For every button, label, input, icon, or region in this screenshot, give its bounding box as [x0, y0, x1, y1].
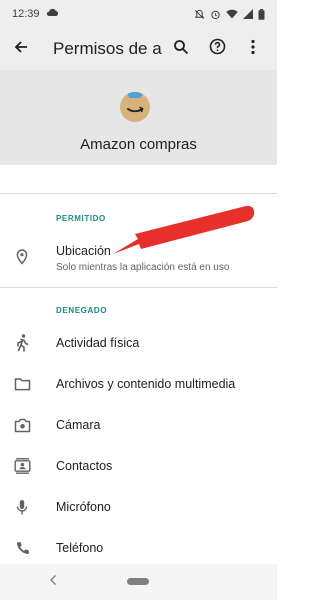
cloud-sync-icon [46, 8, 58, 20]
back-arrow-icon [13, 39, 29, 60]
permission-row-contacts[interactable]: Contactos [0, 451, 277, 481]
alarm-icon [210, 9, 221, 20]
location-icon [12, 247, 32, 267]
help-icon [209, 38, 226, 60]
permission-row-physical-activity[interactable]: Actividad física [0, 328, 277, 358]
nav-back-button[interactable] [46, 573, 60, 591]
phone-icon [12, 538, 32, 558]
walking-icon [12, 333, 32, 353]
search-icon [173, 39, 189, 60]
back-button[interactable] [0, 28, 41, 70]
status-time: 12:39 [12, 8, 40, 20]
signal-icon [243, 9, 253, 19]
mute-icon [194, 9, 205, 20]
contacts-icon [12, 456, 32, 476]
search-button[interactable] [163, 31, 199, 67]
section-label-allowed: PERMITIDO [56, 214, 106, 223]
permission-title: Contactos [56, 459, 113, 473]
permission-row-files-media[interactable]: Archivos y contenido multimedia [0, 369, 277, 399]
microphone-icon [12, 497, 32, 517]
chevron-left-icon [49, 573, 57, 591]
status-bar: 12:39 [0, 0, 277, 28]
app-bar: Permisos de a… [0, 28, 277, 70]
permission-row-camera[interactable]: Cámara [0, 410, 277, 440]
battery-icon [258, 8, 265, 20]
permission-row-location[interactable]: Ubicación Solo mientras la aplicación es… [0, 235, 277, 283]
permission-subtitle: Solo mientras la aplicación está en uso [56, 262, 230, 273]
folder-icon [12, 374, 32, 394]
permission-title: Ubicación [56, 244, 111, 258]
permission-title: Cámara [56, 418, 101, 432]
permission-title: Micrófono [56, 500, 111, 514]
permission-row-microphone[interactable]: Micrófono [0, 492, 277, 522]
navigation-bar [0, 564, 277, 600]
wifi-icon [226, 9, 238, 19]
permission-row-phone[interactable]: Teléfono [0, 533, 277, 563]
more-options-button[interactable] [235, 31, 271, 67]
permission-title: Actividad física [56, 336, 140, 350]
app-header: Amazon compras [0, 70, 277, 165]
divider [0, 193, 277, 194]
help-button[interactable] [199, 31, 235, 67]
more-vert-icon [250, 39, 256, 60]
divider [0, 287, 277, 288]
section-label-denied: DENEGADO [56, 306, 108, 315]
camera-icon [12, 415, 32, 435]
nav-home-pill[interactable] [127, 578, 149, 585]
permission-title: Teléfono [56, 541, 104, 555]
amazon-app-icon [120, 92, 150, 122]
permission-title: Archivos y contenido multimedia [56, 377, 236, 391]
app-name: Amazon compras [80, 136, 197, 153]
page-title: Permisos de a… [53, 39, 163, 58]
